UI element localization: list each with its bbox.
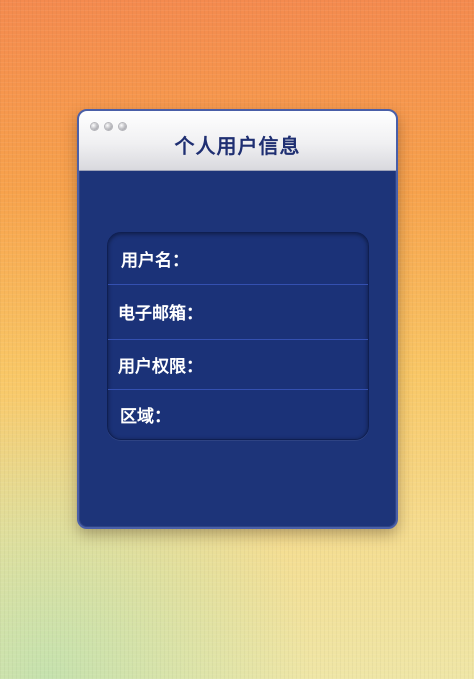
field-email-label: 电子邮箱： [118, 304, 203, 324]
window-control-dot-icon[interactable] [119, 123, 126, 130]
user-info-card: 用户名： 电子邮箱： 用户权限： 区域： [107, 232, 369, 440]
field-region-label: 区域： [120, 406, 171, 427]
field-username: 用户名： [108, 233, 368, 284]
field-permission: 用户权限： [108, 339, 368, 389]
window-controls [91, 123, 126, 130]
window-titlebar: 个人用户信息 [79, 111, 396, 171]
user-info-window: 个人用户信息 用户名： 电子邮箱： 用户权限： 区域： [77, 109, 398, 529]
field-region: 区域： [108, 389, 368, 439]
field-permission-label: 用户权限： [118, 356, 203, 377]
field-email: 电子邮箱： [108, 284, 368, 339]
field-username-label: 用户名： [121, 251, 189, 271]
window-control-dot-icon[interactable] [91, 123, 98, 130]
window-control-dot-icon[interactable] [105, 123, 112, 130]
window-title: 个人用户信息 [174, 134, 301, 158]
